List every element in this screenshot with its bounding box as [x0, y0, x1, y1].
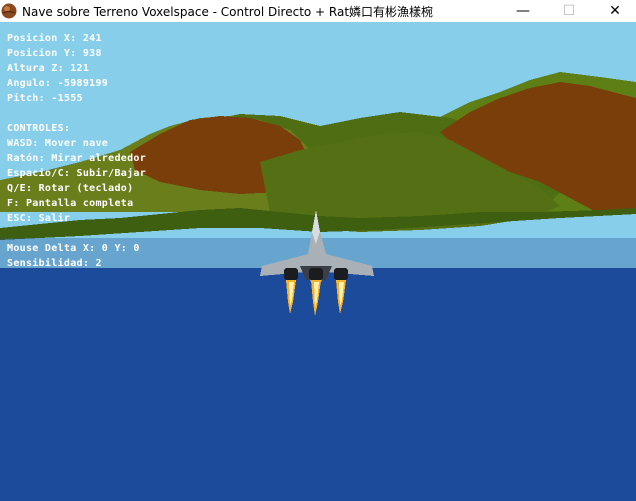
maximize-icon: ☐	[562, 3, 576, 19]
hud-pitch: Pitch: -1555	[7, 93, 83, 104]
hud-control-raton: Ratón: Mirar alrededor	[7, 153, 147, 164]
window-title: Nave sobre Terreno Voxelspace - Control …	[22, 5, 434, 19]
game-window: Nave sobre Terreno Voxelspace - Control …	[0, 0, 636, 501]
minimize-icon: —	[516, 3, 530, 19]
hud-sensibilidad: Sensibilidad: 2	[7, 258, 102, 269]
hud-angulo: Angulo: -5989199	[7, 78, 109, 89]
minimize-button[interactable]: —	[500, 0, 546, 22]
hud-controles-header: CONTROLES:	[7, 123, 71, 134]
hud-control-espacio: Espacio/C: Subir/Bajar	[7, 168, 147, 179]
hud-control-f: F: Pantalla completa	[7, 198, 134, 209]
maximize-button[interactable]: ☐	[546, 0, 592, 22]
hud-altura-z: Altura Z: 121	[7, 63, 90, 74]
hud-mouse-delta: Mouse Delta X: 0 Y: 0	[7, 243, 140, 254]
title-bar[interactable]: Nave sobre Terreno Voxelspace - Control …	[0, 0, 636, 22]
close-icon: ✕	[609, 3, 621, 19]
hud-control-wasd: WASD: Mover nave	[7, 138, 109, 149]
hud-overlay: Posicion X: 241 Posicion Y: 938 Altura Z…	[7, 31, 146, 271]
hud-control-esc: ESC: Salir	[7, 213, 71, 224]
game-viewport[interactable]: Posicion X: 241 Posicion Y: 938 Altura Z…	[0, 22, 636, 501]
close-button[interactable]: ✕	[592, 0, 636, 22]
hud-posicion-y: Posicion Y: 938	[7, 48, 102, 59]
hud-posicion-x: Posicion X: 241	[7, 33, 102, 44]
app-icon	[1, 3, 17, 19]
hud-control-qe: Q/E: Rotar (teclado)	[7, 183, 134, 194]
